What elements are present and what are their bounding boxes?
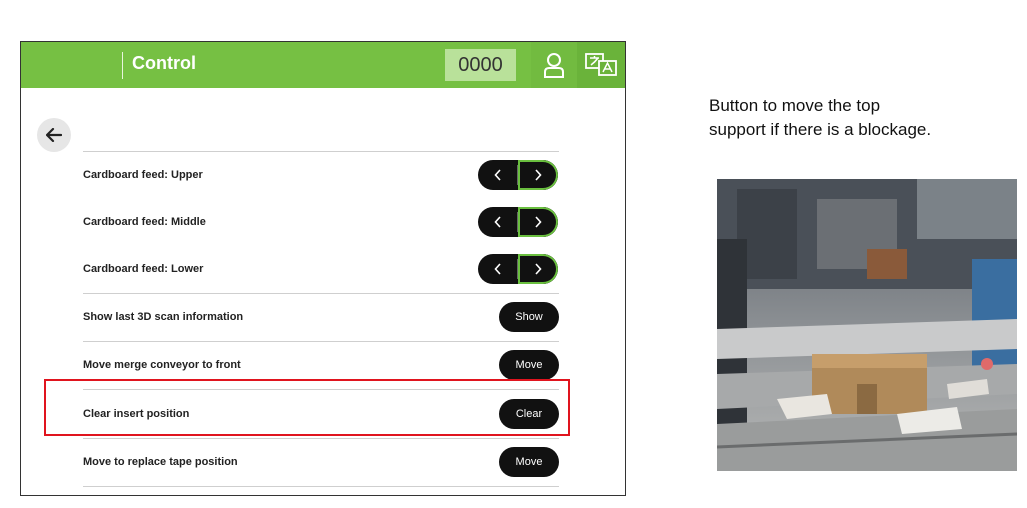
annotation-caption: Button to move the top support if there …	[709, 94, 931, 142]
row-separator	[83, 438, 559, 439]
user-icon	[544, 53, 564, 78]
machine-photo-illustration	[717, 179, 1017, 471]
machine-photo	[717, 179, 1017, 471]
highlight-box	[44, 379, 570, 436]
show-button[interactable]: Show	[499, 302, 559, 332]
chevron-right-icon	[535, 263, 542, 275]
counter-display: 0000	[445, 49, 516, 81]
stepper-divider	[517, 212, 518, 232]
increment-button[interactable]	[518, 254, 558, 284]
cardboard-feed-lower-stepper[interactable]	[478, 254, 558, 284]
language-icon	[585, 53, 617, 76]
annotation-line-2: support if there is a blockage.	[709, 120, 932, 139]
chevron-left-icon	[494, 169, 501, 181]
decrement-button[interactable]	[478, 254, 518, 284]
stepper-divider	[517, 259, 518, 279]
cardboard-feed-middle-stepper[interactable]	[478, 207, 558, 237]
row-label: Cardboard feed: Upper	[83, 169, 203, 181]
chevron-left-icon	[494, 263, 501, 275]
header-divider	[122, 52, 123, 79]
page-title: Control	[132, 53, 196, 73]
row-label: Show last 3D scan information	[83, 311, 244, 323]
back-button[interactable]	[37, 118, 71, 152]
chevron-right-icon	[535, 169, 542, 181]
row-label: Cardboard feed: Lower	[83, 263, 204, 275]
header-bar: Control 0000	[21, 42, 625, 88]
back-arrow-icon	[46, 128, 62, 142]
row-separator	[83, 486, 559, 487]
decrement-button[interactable]	[478, 207, 518, 237]
annotation-line-1: Button to move the top	[709, 96, 881, 115]
row-label: Move merge conveyor to front	[83, 359, 241, 371]
row-separator	[83, 151, 559, 152]
chevron-right-icon	[535, 216, 542, 228]
chevron-left-icon	[494, 216, 501, 228]
move-merge-conveyor-button[interactable]: Move	[499, 350, 559, 380]
user-button[interactable]	[531, 42, 577, 88]
increment-button[interactable]	[518, 160, 558, 190]
cardboard-feed-upper-stepper[interactable]	[478, 160, 558, 190]
row-separator	[83, 341, 559, 342]
increment-button[interactable]	[518, 207, 558, 237]
row-label: Cardboard feed: Middle	[83, 216, 206, 228]
decrement-button[interactable]	[478, 160, 518, 190]
move-replace-tape-button[interactable]: Move	[499, 447, 559, 477]
row-label: Move to replace tape position	[83, 456, 238, 468]
stepper-divider	[517, 165, 518, 185]
language-button[interactable]	[577, 42, 625, 88]
row-separator	[83, 293, 559, 294]
